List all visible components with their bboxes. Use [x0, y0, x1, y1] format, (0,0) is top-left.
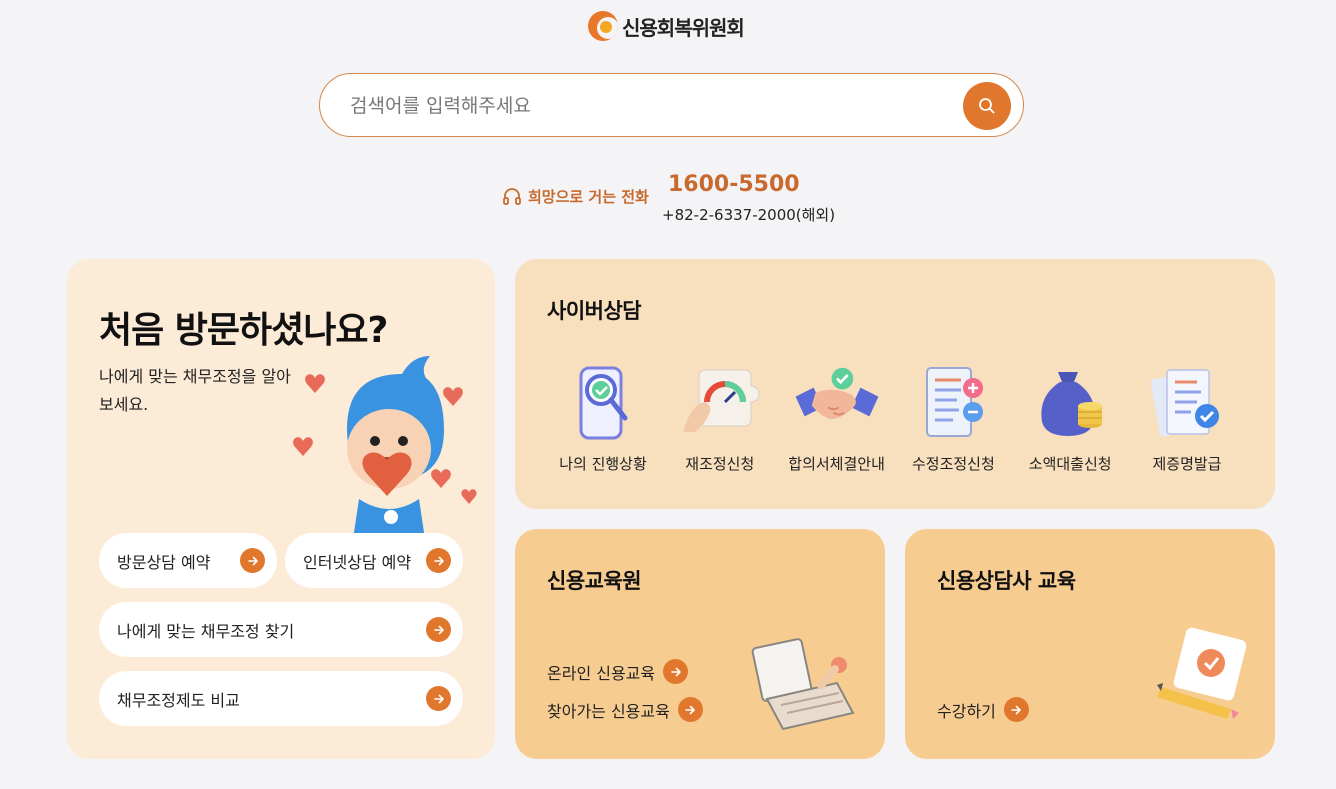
document-plus-minus-icon — [908, 359, 998, 445]
cyber-item-certificate[interactable]: 제증명발급 — [1129, 359, 1245, 474]
arrow-right-icon — [426, 548, 451, 573]
hotline-number[interactable]: 1600-5500 — [668, 172, 800, 197]
logo-mark-icon — [588, 11, 618, 41]
arrow-right-icon — [663, 659, 689, 684]
cyber-item-readjustment[interactable]: 재조정신청 — [662, 359, 778, 474]
visiting-education-link[interactable]: 찾아가는 신용교육 — [547, 697, 703, 722]
cyber-item-progress[interactable]: 나의 진행상황 — [545, 359, 661, 474]
compare-programs-button[interactable]: 채무조정제도 비교 — [99, 671, 463, 726]
cyber-item-agreement[interactable]: 합의서체결안내 — [779, 359, 895, 474]
headset-icon — [503, 187, 521, 205]
mascot-illustration — [293, 356, 477, 539]
cyber-counseling-title: 사이버상담 — [547, 299, 642, 323]
search-input[interactable] — [350, 92, 950, 120]
cyber-item-label: 소액대출신청 — [1028, 455, 1112, 473]
laptop-illustration — [751, 638, 855, 731]
cyber-item-label: 합의서체결안내 — [788, 455, 885, 473]
find-debt-adjustment-label: 나에게 맞는 채무조정 찾기 — [117, 621, 295, 641]
cyber-item-microloan[interactable]: 소액대출신청 — [1012, 359, 1128, 474]
cyber-counseling-card: 사이버상담 나의 진행상황 재조정신청 합의서체결안내 수정조정신청 소액대출신… — [515, 259, 1275, 509]
cyber-item-label: 재조정신청 — [685, 455, 755, 473]
magnifier-check-icon — [558, 359, 648, 445]
online-education-link[interactable]: 온라인 신용교육 — [547, 659, 689, 684]
arrow-right-icon — [426, 686, 451, 711]
first-visit-title: 처음 방문하셨나요? — [99, 310, 388, 351]
visiting-education-label: 찾아가는 신용교육 — [547, 701, 670, 721]
arrow-right-icon — [1003, 697, 1029, 722]
search-button[interactable] — [963, 82, 1011, 130]
first-visit-subtitle: 나에게 맞는 채무조정을 알아보세요. — [99, 367, 291, 414]
cyber-item-label: 수정조정신청 — [911, 455, 995, 473]
arrow-right-icon — [677, 697, 703, 722]
cyber-counseling-menu: 나의 진행상황 재조정신청 합의서체결안내 수정조정신청 소액대출신청 제증명발… — [545, 359, 1245, 474]
enroll-link[interactable]: 수강하기 — [937, 697, 1029, 722]
first-visit-card: 처음 방문하셨나요? 나에게 맞는 채무조정을 알아보세요. 방문상담 예약 인… — [67, 259, 495, 759]
money-bag-icon — [1025, 359, 1115, 445]
visit-reservation-label: 방문상담 예약 — [117, 552, 211, 572]
contact-info: 희망으로 거는 전화 1600-5500 +82-2-6337-2000(해외) — [502, 170, 862, 230]
hotline-label: 희망으로 거는 전화 — [502, 186, 649, 207]
visit-reservation-button[interactable]: 방문상담 예약 — [99, 533, 277, 588]
online-reservation-button[interactable]: 인터넷상담 예약 — [285, 533, 463, 588]
credit-education-card: 신용교육원 온라인 신용교육 찾아가는 신용교육 — [515, 529, 885, 759]
counselor-education-card: 신용상담사 교육 수강하기 — [905, 529, 1275, 759]
cyber-item-revision[interactable]: 수정조정신청 — [895, 359, 1011, 474]
overseas-number: +82-2-6337-2000(해외) — [662, 206, 836, 224]
site-logo[interactable]: 신용회복위원회 — [588, 10, 745, 42]
search-icon — [979, 98, 995, 114]
compare-programs-label: 채무조정제도 비교 — [117, 690, 240, 710]
arrow-right-icon — [240, 548, 265, 573]
arrow-right-icon — [426, 617, 451, 642]
cyber-item-label: 나의 진행상황 — [559, 455, 647, 473]
cyber-item-label: 제증명발급 — [1152, 455, 1222, 473]
search-bar — [319, 73, 1024, 137]
find-debt-adjustment-button[interactable]: 나에게 맞는 채무조정 찾기 — [99, 602, 463, 657]
online-education-label: 온라인 신용교육 — [547, 663, 656, 683]
logo-text: 신용회복위원회 — [622, 15, 745, 40]
certificate-check-icon — [1142, 359, 1232, 445]
gauge-icon — [675, 359, 765, 445]
hotline-label-text: 희망으로 거는 전화 — [528, 188, 649, 206]
handshake-icon — [792, 359, 882, 445]
online-reservation-label: 인터넷상담 예약 — [303, 552, 412, 572]
pencil-note-illustration — [1157, 627, 1247, 719]
counselor-education-title: 신용상담사 교육 — [937, 569, 1076, 593]
credit-education-title: 신용교육원 — [547, 569, 642, 593]
enroll-label: 수강하기 — [937, 701, 996, 721]
